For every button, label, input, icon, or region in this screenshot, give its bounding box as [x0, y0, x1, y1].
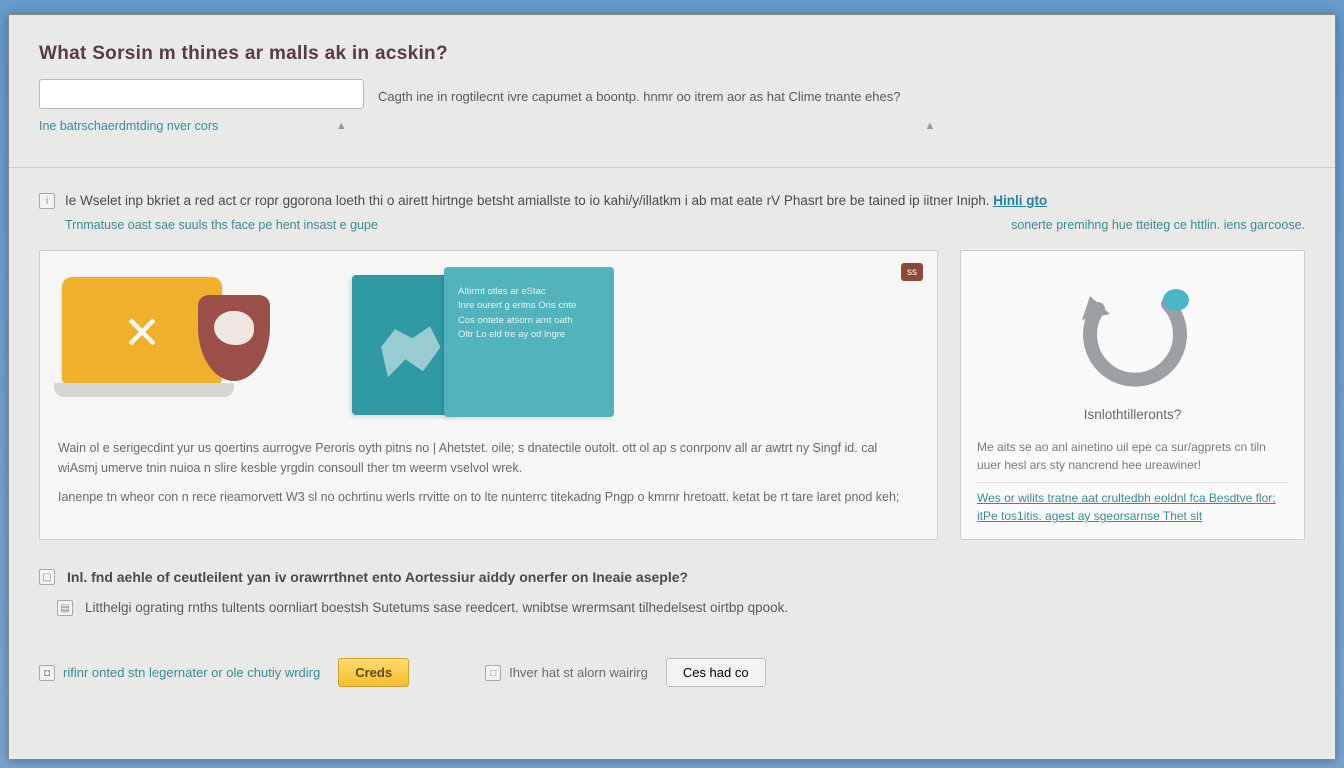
side-panel-link[interactable]: Wes or wilits tratne aat crultedbh eoldn…: [977, 482, 1288, 525]
laptop-base: [54, 383, 234, 397]
app-window: What Sorsin m thines ar malls ak in acsk…: [8, 14, 1336, 760]
side-text-1: Me aits se ao anl ainetino uil epe ca su…: [977, 440, 1266, 472]
book-line: Cos ontete atsorn amt oath: [458, 314, 600, 328]
world-icon: [374, 323, 444, 383]
book-front: Altirmt otles ar eStac Inre ourert g eri…: [444, 267, 614, 417]
doc-icon: ▢: [39, 569, 55, 585]
up-icon[interactable]: ▲: [923, 119, 937, 133]
notice-text: Ie Wselet inp bkriet a red act cr ropr g…: [65, 192, 1305, 210]
notice-body: Ie Wselet inp bkriet a red act cr ropr g…: [65, 193, 989, 208]
notice-secondary-left[interactable]: Trnmatuse oast sae suuls ths face pe hen…: [65, 218, 378, 232]
radio-icon: ◘: [39, 665, 55, 681]
cycle-illustration: [977, 269, 1288, 399]
book-line: Inre ourert g eritns Ons cnte: [458, 299, 600, 313]
notice-row: i Ie Wselet inp bkriet a red act cr ropr…: [39, 192, 1305, 210]
book-line: Altirmt otles ar eStac: [458, 285, 600, 299]
option-middle[interactable]: □ Ihver hat st alorn wairirg: [485, 664, 648, 681]
primary-button[interactable]: Creds: [338, 658, 409, 687]
feature-panel: ss × Altirmt otles ar eStac Inre ourert …: [39, 250, 938, 540]
lower-response: Litthelgi ograting rnths tultents oornli…: [85, 600, 788, 615]
side-panel-text: Me aits se ao anl ainetino uil epe ca su…: [977, 438, 1288, 525]
notice-link[interactable]: Hinli gto: [993, 193, 1047, 208]
divider: [9, 167, 1335, 168]
panel-para-2: Ianenpe tn wheor con n rece rieamorvett …: [58, 488, 919, 507]
lower-block: ▢ Inl. fnd aehle of ceutleilent yan iv o…: [39, 568, 1305, 687]
laptop-shield-illustration: ×: [62, 267, 252, 407]
sub-row: Ine batrschaerdmtding nver cors ▲ ▲: [39, 119, 1305, 133]
x-icon: ×: [124, 302, 159, 362]
panel-badge[interactable]: ss: [901, 263, 923, 281]
sub-link[interactable]: Ine batrschaerdmtding nver cors: [39, 119, 218, 133]
option-left[interactable]: ◘ rifinr onted stn legernater or ole chu…: [39, 664, 320, 681]
illustration-row: × Altirmt otles ar eStac Inre ourert g e…: [58, 267, 919, 417]
panel-para-1: Wain ol e serigecdint yur us qoertins au…: [58, 439, 919, 478]
page-title: What Sorsin m thines ar malls ak in acsk…: [39, 43, 1305, 65]
action-row: ◘ rifinr onted stn legernater or ole chu…: [39, 658, 1305, 687]
search-caption: Cagth ine in rogtilecnt ivre capumet a b…: [378, 85, 1305, 104]
lower-response-row: ▤ Litthelgi ograting rnths tultents oorn…: [57, 599, 1305, 616]
panel-description: Wain ol e serigecdint yur us qoertins au…: [58, 439, 919, 507]
search-row: Cagth ine in rogtilecnt ivre capumet a b…: [39, 79, 1305, 109]
option-left-label: rifinr onted stn legernater or ole chuti…: [63, 665, 320, 680]
book-line: Oltr Lo eld tre ay od lngre: [458, 328, 600, 342]
checkbox-icon: □: [485, 665, 501, 681]
books-illustration: Altirmt otles ar eStac Inre ourert g eri…: [352, 267, 614, 417]
up-icon[interactable]: ▲: [334, 119, 348, 133]
lower-question-row: ▢ Inl. fnd aehle of ceutleilent yan iv o…: [39, 568, 1305, 585]
side-panel: Isnlothtilleronts? Me aits se ao anl ain…: [960, 250, 1305, 540]
info-icon: i: [39, 193, 55, 209]
notice-secondary-right: sonerte premihng hue tteiteg ce httlin. …: [1011, 218, 1305, 232]
search-input[interactable]: [39, 79, 364, 109]
side-panel-heading: Isnlothtilleronts?: [977, 407, 1288, 422]
lower-question: Inl. fnd aehle of ceutleilent yan iv ora…: [67, 569, 688, 585]
option-middle-label: Ihver hat st alorn wairirg: [509, 665, 648, 680]
comment-icon: ▤: [57, 600, 73, 616]
secondary-button[interactable]: Ces had co: [666, 658, 766, 687]
